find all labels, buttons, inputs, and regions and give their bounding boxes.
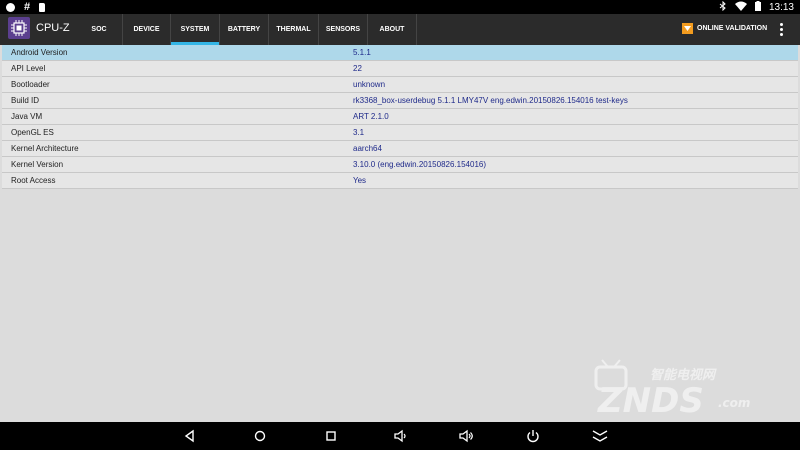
- table-row[interactable]: API Level 22: [2, 61, 798, 77]
- recents-icon[interactable]: [323, 428, 339, 444]
- system-info-table: Android Version 5.1.1 API Level 22 Bootloa…: [2, 45, 798, 189]
- bluetooth-icon: [719, 0, 727, 14]
- status-bar-right: 13:13: [719, 0, 794, 14]
- tab-device[interactable]: DEVICE: [122, 14, 170, 45]
- watermark-suffix: .com: [718, 396, 750, 410]
- tab-sensors[interactable]: SENSORS: [318, 14, 367, 45]
- online-validation-button[interactable]: ONLINE VALIDATION: [682, 23, 767, 34]
- tab-bar: SOC DEVICE SYSTEM BATTERY THERMAL SENSOR…: [76, 14, 417, 45]
- tab-battery[interactable]: BATTERY: [219, 14, 268, 45]
- row-value: Yes: [353, 176, 367, 185]
- home-icon[interactable]: [252, 428, 268, 444]
- row-label: Root Access: [11, 176, 56, 185]
- row-label: API Level: [11, 64, 46, 73]
- notification-dot-icon: [6, 3, 15, 12]
- row-label: Android Version: [11, 48, 68, 57]
- status-bar: # 13:13: [0, 0, 800, 14]
- row-label: Bootloader: [11, 80, 50, 89]
- row-label: OpenGL ES: [11, 128, 54, 137]
- watermark-text: ZNDS: [597, 381, 704, 415]
- back-icon[interactable]: [182, 428, 198, 444]
- row-label: Kernel Architecture: [11, 144, 79, 153]
- tab-about[interactable]: ABOUT: [367, 14, 417, 45]
- row-value: aarch64: [353, 144, 382, 153]
- row-value: 22: [353, 64, 362, 73]
- table-row[interactable]: Bootloader unknown: [2, 77, 798, 93]
- hide-nav-icon[interactable]: [591, 428, 608, 444]
- table-row[interactable]: Root Access Yes: [2, 173, 798, 189]
- row-label: Kernel Version: [11, 160, 64, 169]
- table-row[interactable]: OpenGL ES 3.1: [2, 125, 798, 141]
- table-row[interactable]: Java VM ART 2.1.0: [2, 109, 798, 125]
- znds-watermark: 智能电视网 ZNDS .com: [592, 355, 757, 421]
- power-icon[interactable]: [525, 428, 541, 444]
- volume-down-icon[interactable]: [392, 428, 408, 444]
- navigation-bar: [0, 422, 800, 450]
- tab-thermal[interactable]: THERMAL: [268, 14, 318, 45]
- row-value: 5.1.1: [353, 48, 371, 57]
- row-value: 3.10.0 (eng.edwin.20150826.154016): [353, 160, 486, 169]
- table-row[interactable]: Android Version 5.1.1: [2, 45, 798, 61]
- app-bar: CPU-Z SOC DEVICE SYSTEM BATTERY THERMAL …: [0, 14, 800, 45]
- row-value: 3.1: [353, 128, 365, 137]
- battery-icon: [754, 1, 761, 14]
- table-row[interactable]: Kernel Architecture aarch64: [2, 141, 798, 157]
- status-time: 13:13: [768, 2, 794, 13]
- row-value: rk3368_box-userdebug 5.1.1 LMY47V eng.ed…: [353, 96, 628, 105]
- table-row[interactable]: Kernel Version 3.10.0 (eng.edwin.20150826…: [2, 157, 798, 173]
- volume-up-icon[interactable]: [458, 428, 474, 444]
- row-value: ART 2.1.0: [353, 112, 389, 121]
- hash-icon: #: [24, 1, 31, 13]
- wifi-icon: [734, 1, 747, 14]
- row-label: Java VM: [11, 112, 43, 121]
- table-row[interactable]: Build ID rk3368_box-userdebug 5.1.1 LMY47…: [2, 93, 798, 109]
- status-bar-left: #: [6, 1, 46, 13]
- app-title: CPU-Z: [36, 22, 70, 34]
- row-value: unknown: [353, 80, 386, 89]
- tab-system[interactable]: SYSTEM: [170, 14, 219, 45]
- validation-icon: [682, 23, 693, 34]
- row-label: Build ID: [11, 96, 40, 105]
- sdcard-icon: [39, 3, 46, 12]
- more-vertical-icon[interactable]: [780, 23, 783, 38]
- cpu-chip-icon: [8, 17, 30, 39]
- tab-soc[interactable]: SOC: [76, 14, 122, 45]
- online-validation-label: ONLINE VALIDATION: [697, 25, 768, 32]
